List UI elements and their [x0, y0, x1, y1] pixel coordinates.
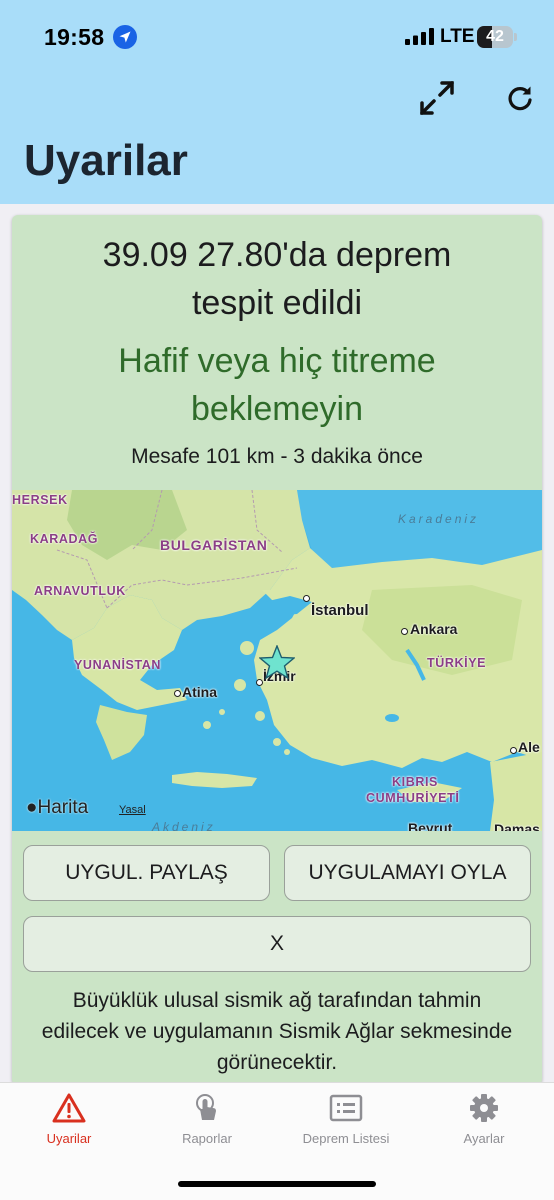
star-icon — [259, 645, 295, 679]
tab-raporlar[interactable]: Raporlar — [138, 1093, 276, 1153]
alert-headline: 39.09 27.80'da deprem tespit edildi — [102, 236, 452, 322]
page-title: Uyarilar — [24, 136, 188, 185]
app-header: 19:58 LTE 42 Uyarilar — [0, 0, 554, 204]
map-label-cumhuriyeti: CUMHURİYETİ — [366, 791, 460, 805]
tab-label-deprem-listesi: Deprem Listesi — [302, 1131, 390, 1146]
expand-arrows-icon[interactable] — [418, 79, 456, 117]
map-label-karadag: KARADAĞ — [30, 532, 99, 546]
rate-app-button[interactable]: UYGULAMAYI OYLA — [284, 845, 531, 901]
map-label-ale: Ale — [518, 739, 540, 755]
location-arrow-icon — [113, 25, 137, 49]
status-time: 19:58 — [44, 24, 105, 50]
map-label-hersek: HERSEK — [12, 493, 68, 507]
map-label-karadeniz: Karadeniz — [398, 512, 480, 526]
map-legal-link[interactable]: Yasal — [119, 804, 146, 816]
city-dot-istanbul — [303, 595, 310, 602]
city-dot-ankara — [401, 628, 408, 635]
apple-logo-icon: ● — [26, 797, 38, 818]
gear-icon — [470, 1094, 498, 1122]
map-label-beyrut: Beyrut — [408, 820, 453, 831]
map-label-bulgaristan: BULGARİSTAN — [160, 537, 268, 553]
map-label-akdeniz: Akdeniz — [152, 820, 216, 831]
distance-time: Mesafe 101 km - 3 dakika önce — [131, 445, 423, 468]
map-label-turkiye: TÜRKİYE — [427, 656, 487, 670]
map-label-arnavutluk: ARNAVUTLUK — [34, 584, 126, 598]
hand-tap-icon — [196, 1094, 216, 1120]
map-label-istanbul: İstanbul — [311, 602, 369, 619]
map-label-atina: Atina — [182, 684, 217, 700]
tab-ayarlar[interactable]: Ayarlar — [415, 1093, 553, 1153]
tab-deprem-listesi[interactable]: Deprem Listesi — [277, 1093, 415, 1153]
battery-level: 42 — [486, 28, 504, 45]
cellular-signal-icon — [405, 28, 434, 45]
battery-icon: 42 — [477, 26, 517, 48]
maps-attribution: ●Harita — [26, 797, 89, 818]
magnitude-info-text: Büyüklük ulusal sismik ağ tarafından tah… — [41, 989, 513, 1074]
tab-label-raporlar: Raporlar — [182, 1131, 232, 1146]
city-dot-atina — [174, 690, 181, 697]
alert-card: 39.09 27.80'da deprem tespit edildi Hafi… — [12, 215, 542, 1085]
city-dot-izmir — [256, 679, 263, 686]
dismiss-button[interactable]: X — [23, 916, 531, 972]
share-app-button[interactable]: UYGUL. PAYLAŞ — [23, 845, 270, 901]
network-type: LTE — [440, 26, 475, 47]
map-label-ankara: Ankara — [410, 621, 458, 637]
status-bar: 19:58 LTE 42 — [0, 0, 554, 74]
shaking-message: Hafif veya hiç titreme beklemeyin — [118, 342, 436, 428]
tab-label-ayarlar: Ayarlar — [463, 1131, 505, 1146]
epicenter-map[interactable]: HERSEK KARADAĞ BULGARİSTAN ARNAVUTLUK YU… — [12, 490, 542, 831]
warning-triangle-icon — [52, 1093, 86, 1123]
refresh-icon[interactable] — [506, 84, 534, 112]
city-dot-ale — [510, 747, 517, 754]
map-label-kibris: KIBRIS — [392, 775, 438, 789]
tab-label-uyarilar: Uyarilar — [46, 1131, 92, 1146]
tab-uyarilar[interactable]: Uyarilar — [0, 1093, 138, 1153]
home-indicator[interactable] — [178, 1181, 376, 1187]
map-label-yunanistan: YUNANİSTAN — [74, 658, 162, 672]
list-card-icon — [329, 1094, 363, 1122]
map-label-damas: Damas — [494, 821, 540, 831]
